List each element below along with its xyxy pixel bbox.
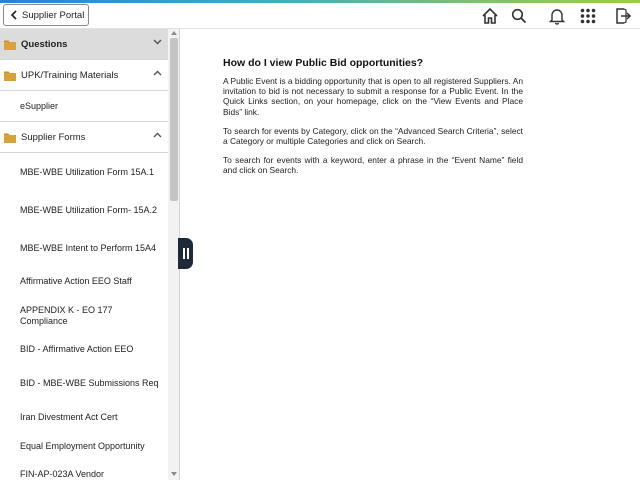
back-button[interactable]: Supplier Portal: [3, 4, 89, 26]
left-nav-panel: Questions UPK/Training Materials eSuppli…: [0, 29, 180, 480]
nav-item-form[interactable]: Affirmative Action EEO Staff: [0, 267, 168, 296]
nav-item-label: eSupplier: [20, 100, 59, 111]
chevron-left-icon: [10, 10, 17, 20]
search-icon[interactable]: [509, 6, 529, 26]
grip-line: [186, 248, 189, 259]
nav-item-label: MBE-WBE Utilization Form 15A.1: [20, 166, 155, 177]
home-icon[interactable]: [480, 6, 500, 26]
paragraph: To search for events with a keyword, ent…: [223, 155, 523, 176]
notification-bell-icon[interactable]: [547, 6, 567, 26]
nav-item-form[interactable]: Iran Divestment Act Cert: [0, 402, 168, 432]
navbar-grid-icon[interactable]: [578, 6, 598, 26]
nav-item-form[interactable]: MBE-WBE Intent to Perform 15A4: [0, 229, 168, 267]
nav-item-label: Affirmative Action EEO Staff: [20, 276, 132, 287]
section-label: Supplier Forms: [21, 131, 86, 143]
grip-line: [182, 248, 185, 259]
nav-item-form[interactable]: Equal Employment Opportunity: [0, 432, 168, 460]
nav-item-label: BID - Affirmative Action EEO: [20, 344, 134, 355]
nav-item-label: MBE-WBE Utilization Form- 15A.2: [20, 204, 158, 215]
scroll-up-arrow-icon[interactable]: [171, 31, 177, 35]
scroll-thumb[interactable]: [170, 38, 178, 201]
paragraph: To search for events by Category, click …: [223, 125, 523, 147]
chevron-up-icon: [153, 132, 162, 138]
chevron-up-icon: [153, 70, 162, 76]
nav-item-label: Iran Divestment Act Cert: [20, 411, 118, 422]
section-label: UPK/Training Materials: [21, 69, 119, 81]
section-questions[interactable]: Questions: [0, 29, 168, 60]
section-label: Questions: [21, 38, 68, 50]
nav-item-label: BID - MBE-WBE Submissions Req: [20, 377, 159, 388]
nav-item-label: APPENDIX K - EO 177 Compliance: [20, 305, 113, 326]
scroll-down-arrow-icon[interactable]: [171, 472, 177, 476]
nav-item-label: FIN-AP-023A Vendor: [20, 468, 105, 479]
nav-menu: Questions UPK/Training Materials eSuppli…: [0, 29, 168, 480]
folder-icon: [4, 71, 16, 81]
section-supplier-forms[interactable]: Supplier Forms: [0, 122, 168, 153]
nav-item-label: Equal Employment Opportunity: [20, 440, 145, 451]
folder-icon: [4, 133, 16, 143]
nav-item-esupplier[interactable]: eSupplier: [0, 91, 168, 122]
top-header: Supplier Portal: [0, 3, 640, 29]
nav-item-form[interactable]: BID - Affirmative Action EEO: [0, 335, 168, 364]
folder-icon: [4, 40, 16, 50]
nav-item-form[interactable]: FIN-AP-023A Vendor: [0, 460, 168, 480]
help-content: How do I view Public Bid opportunities? …: [223, 57, 523, 185]
chevron-down-icon: [153, 39, 162, 45]
nav-item-form[interactable]: APPENDIX K - EO 177 Compliance: [0, 296, 168, 335]
nav-item-form[interactable]: BID - MBE-WBE Submissions Req: [0, 364, 168, 402]
sign-out-icon[interactable]: [613, 6, 633, 26]
nav-item-form[interactable]: MBE-WBE Utilization Form 15A.1: [0, 153, 168, 191]
nav-item-label: MBE-WBE Intent to Perform 15A4: [20, 242, 157, 253]
section-upk-training[interactable]: UPK/Training Materials: [0, 60, 168, 91]
back-button-label: Supplier Portal: [22, 9, 85, 21]
page-title: How do I view Public Bid opportunities?: [223, 57, 424, 69]
paragraph: A Public Event is a bidding opportunity …: [223, 76, 523, 117]
panel-splitter-handle[interactable]: [178, 238, 193, 269]
nav-item-form[interactable]: MBE-WBE Utilization Form- 15A.2: [0, 191, 168, 229]
